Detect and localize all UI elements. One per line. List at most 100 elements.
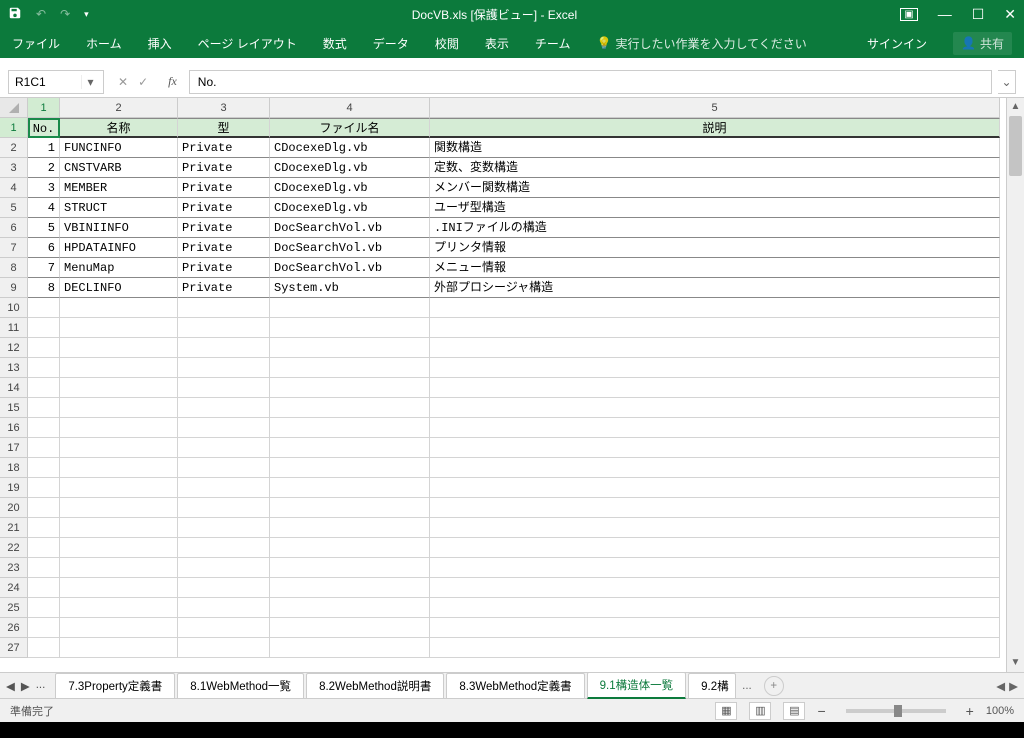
cell[interactable] [60,478,178,498]
cell[interactable]: 6 [28,238,60,258]
cell[interactable] [178,538,270,558]
cell[interactable]: No. [28,118,60,138]
cell[interactable] [28,618,60,638]
hscroll-right-icon[interactable]: ▶ [1009,679,1018,693]
row-header[interactable]: 20 [0,498,28,518]
cell[interactable]: VBINIINFO [60,218,178,238]
cell[interactable]: 5 [28,218,60,238]
cell[interactable]: CNSTVARB [60,158,178,178]
cell[interactable] [178,298,270,318]
col-header[interactable]: 3 [178,98,270,118]
zoom-out-button[interactable]: − [817,703,825,719]
cell[interactable]: Private [178,158,270,178]
share-button[interactable]: 👤 共有 [953,32,1012,55]
cell[interactable]: Private [178,218,270,238]
hscroll-left-icon[interactable]: ◀ [996,679,1005,693]
cell[interactable] [28,598,60,618]
cell[interactable] [270,318,430,338]
row-header[interactable]: 4 [0,178,28,198]
cell[interactable] [178,378,270,398]
row-header[interactable]: 2 [0,138,28,158]
cell[interactable]: Private [178,178,270,198]
cell[interactable]: 説明 [430,118,1000,138]
cell[interactable] [178,438,270,458]
cell[interactable]: DocSearchVol.vb [270,258,430,278]
view-pagelayout-icon[interactable]: ▥ [749,702,771,720]
cell[interactable] [178,478,270,498]
cell[interactable] [178,418,270,438]
scroll-thumb[interactable] [1009,116,1022,176]
cell[interactable] [178,618,270,638]
cell[interactable] [60,558,178,578]
cell[interactable] [270,518,430,538]
maximize-icon[interactable]: ☐ [972,6,985,23]
cell[interactable]: CDocexeDlg.vb [270,178,430,198]
minimize-icon[interactable]: — [938,6,952,22]
cell[interactable] [430,558,1000,578]
tab-data[interactable]: データ [373,35,409,52]
cell[interactable] [430,618,1000,638]
tell-me[interactable]: 💡 実行したい作業を入力してください [596,35,806,52]
row-header[interactable]: 9 [0,278,28,298]
cell[interactable] [178,398,270,418]
cell[interactable]: Private [178,278,270,298]
sheet-tab[interactable]: 8.3WebMethod定義書 [446,673,584,698]
cell[interactable] [178,598,270,618]
cell[interactable]: メニュー情報 [430,258,1000,278]
cell[interactable]: 1 [28,138,60,158]
cell[interactable] [270,498,430,518]
cell[interactable]: CDocexeDlg.vb [270,198,430,218]
cell[interactable] [60,578,178,598]
cell[interactable] [178,498,270,518]
cell[interactable]: System.vb [270,278,430,298]
cell[interactable]: 3 [28,178,60,198]
cell[interactable] [430,498,1000,518]
scroll-down-icon[interactable]: ▼ [1007,654,1024,672]
zoom-level[interactable]: 100% [986,705,1014,717]
cell[interactable] [178,578,270,598]
cell[interactable] [28,538,60,558]
cell[interactable]: FUNCINFO [60,138,178,158]
tab-insert[interactable]: 挿入 [148,35,172,52]
cell[interactable] [270,378,430,398]
col-header[interactable]: 4 [270,98,430,118]
cell[interactable] [430,298,1000,318]
cell[interactable] [60,438,178,458]
zoom-knob[interactable] [894,705,902,717]
cell[interactable] [430,578,1000,598]
cell[interactable] [270,298,430,318]
formula-input[interactable] [189,70,992,94]
cell[interactable] [270,358,430,378]
cell[interactable] [430,438,1000,458]
cell[interactable] [430,598,1000,618]
row-header[interactable]: 3 [0,158,28,178]
cell[interactable] [270,338,430,358]
cell[interactable]: CDocexeDlg.vb [270,158,430,178]
col-header[interactable]: 1 [28,98,60,118]
sheet-tab[interactable]: 8.2WebMethod説明書 [306,673,444,698]
row-header[interactable]: 19 [0,478,28,498]
scroll-track[interactable] [1007,116,1024,654]
cell[interactable] [430,518,1000,538]
cell[interactable]: DocSearchVol.vb [270,218,430,238]
cell[interactable] [270,598,430,618]
row-header[interactable]: 21 [0,518,28,538]
cell[interactable]: 関数構造 [430,138,1000,158]
cell[interactable] [430,638,1000,658]
cell[interactable] [28,338,60,358]
cell[interactable]: 7 [28,258,60,278]
cell[interactable] [430,338,1000,358]
cell[interactable] [270,478,430,498]
cell[interactable] [430,318,1000,338]
close-icon[interactable]: ✕ [1004,6,1016,23]
cell[interactable] [178,338,270,358]
tab-nav-prev-icon[interactable]: ◀ [6,679,15,693]
cell[interactable] [28,298,60,318]
cell[interactable] [270,618,430,638]
cell[interactable]: 型 [178,118,270,138]
cell[interactable]: Private [178,198,270,218]
row-header[interactable]: 23 [0,558,28,578]
sheet-tab[interactable]: 8.1WebMethod一覧 [177,673,304,698]
cell[interactable]: 名称 [60,118,178,138]
sheet-tab[interactable]: 7.3Property定義書 [55,673,175,698]
